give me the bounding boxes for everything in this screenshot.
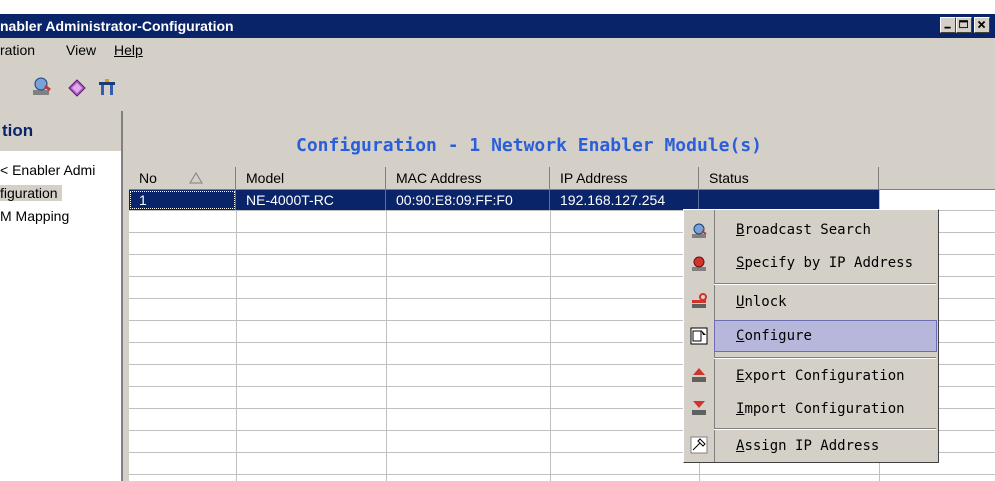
menu-configuration[interactable]: ration: [0, 42, 35, 58]
navigation-title: tion: [2, 121, 34, 140]
minimize-button[interactable]: [940, 17, 956, 33]
column-filler: [879, 167, 995, 189]
title-bar: nabler Administrator-Configuration: [0, 14, 995, 38]
import-icon: [692, 401, 706, 415]
minimize-icon: [944, 26, 951, 29]
cell-no: 1: [129, 190, 236, 210]
menu-item-broadcast-search[interactable]: Broadcast Search: [714, 214, 934, 246]
menu-item-unlock[interactable]: Unlock: [714, 286, 934, 318]
export-icon: [692, 368, 706, 382]
configuration-title: Configuration - 1 Network Enabler Module…: [296, 135, 762, 156]
broadcast-search-icon: [692, 223, 707, 238]
tree-item-mapping[interactable]: M Mapping: [0, 208, 69, 224]
menu-item-specify-ip[interactable]: Specify by IP Address: [714, 247, 934, 279]
menu-item-export[interactable]: Export Configuration: [714, 360, 934, 392]
broadcast-icon[interactable]: [30, 76, 52, 98]
unlock-icon: [692, 293, 707, 308]
column-status[interactable]: Status: [699, 167, 879, 189]
menu-item-import[interactable]: Import Configuration: [714, 393, 934, 425]
column-mac[interactable]: MAC Address: [386, 167, 550, 189]
maximize-icon: [959, 20, 968, 29]
column-no[interactable]: No: [129, 167, 236, 189]
close-icon: [977, 20, 986, 29]
cell-ip: 192.168.127.254: [550, 190, 699, 210]
maximize-button[interactable]: [956, 17, 972, 33]
cell-status: [699, 190, 879, 210]
table-row[interactable]: 1 NE-4000T-RC 00:90:E8:09:FF:F0 192.168.…: [129, 190, 879, 210]
tree-item-configuration[interactable]: figuration: [0, 185, 62, 201]
specify-ip-icon: [692, 256, 706, 271]
book-icon[interactable]: [66, 76, 88, 98]
toolbar: [0, 66, 995, 110]
menu-bar: ration View Help: [0, 38, 995, 64]
context-menu: Broadcast Search Specify by IP Address U…: [683, 209, 939, 463]
configure-icon: [690, 327, 708, 345]
app-window: nabler Administrator-Configuration ratio…: [0, 14, 995, 481]
menu-view[interactable]: View: [66, 42, 96, 58]
column-model[interactable]: Model: [236, 167, 386, 189]
sort-ascending-icon: [189, 172, 203, 184]
close-button[interactable]: [974, 17, 990, 33]
tree-item-admin[interactable]: < Enabler Admi: [0, 162, 95, 178]
navigation-pane: tion < Enabler Admi figuration M Mapping: [0, 111, 123, 481]
signal-icon[interactable]: [96, 76, 118, 98]
menu-help[interactable]: Help: [114, 42, 143, 58]
window-title: nabler Administrator-Configuration: [0, 18, 234, 34]
column-headers: No Model MAC Address IP Address Status: [129, 167, 995, 190]
navigation-header: tion: [0, 111, 121, 151]
assign-ip-icon: [690, 436, 708, 454]
cell-model: NE-4000T-RC: [236, 190, 386, 210]
menu-item-assign-ip[interactable]: Assign IP Address: [714, 430, 934, 462]
column-ip[interactable]: IP Address: [550, 167, 699, 189]
cell-mac: 00:90:E8:09:FF:F0: [386, 190, 550, 210]
configuration-header: Configuration - 1 Network Enabler Module…: [129, 125, 995, 167]
menu-item-configure[interactable]: Configure: [714, 320, 934, 352]
